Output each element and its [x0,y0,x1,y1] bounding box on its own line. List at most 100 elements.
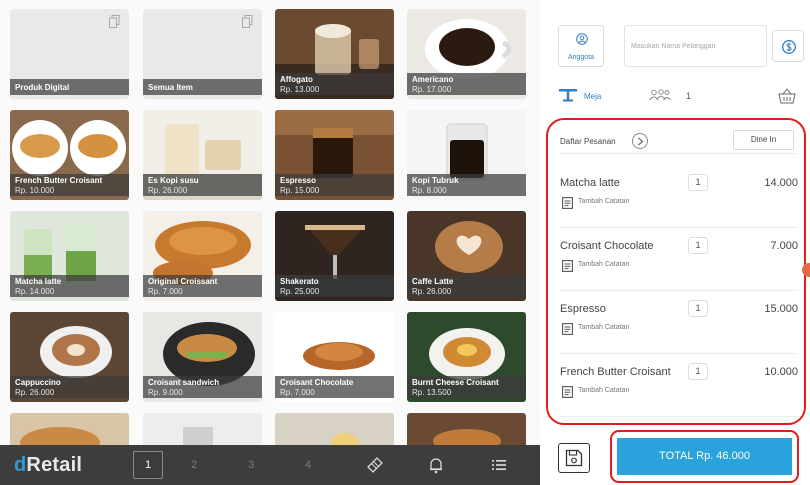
page-button-3[interactable]: 3 [224,445,278,485]
dine-in-selector[interactable]: Dine In [733,130,794,150]
tile-caption: Cappuccino Rp. 26.000 [10,376,129,398]
product-tile-es-kopi-susu[interactable]: Es Kopi susu Rp. 26.000 [143,110,262,200]
customer-name-input[interactable] [624,25,767,67]
add-note-label: Tambah Catatan [578,198,630,205]
product-price: Rp. 15.000 [280,186,320,195]
logo-text: Retail [26,454,83,476]
order-item-qty[interactable]: 1 [688,174,708,191]
product-tile-kopi-tubruk[interactable]: Kopi Tubruk Rp. 8.000 [407,110,526,200]
tile-caption: Semua Item [143,79,262,95]
tile-caption: Shakerato Rp. 25.000 [275,275,394,297]
product-tile-partial[interactable] [407,413,526,445]
product-tile-all-items[interactable]: Semua Item [143,9,262,99]
product-name: Croisant Chocolate [280,378,354,387]
product-tile-americano[interactable]: Americano Rp. 17.000 [407,9,526,99]
order-item-name: French Butter Croisant [560,366,671,378]
member-icon [576,33,588,45]
menu-icon[interactable] [490,456,508,474]
note-icon [562,323,573,335]
product-name: Affogato [280,75,313,84]
add-note-label: Tambah Catatan [578,261,630,268]
order-item[interactable]: French Butter Croisant 1 10.000 Tambah C… [560,355,798,417]
partial-product-photo [143,413,262,445]
product-tile-digital[interactable]: Produk Digital [10,9,129,99]
tile-caption: Burnt Cheese Croisant Rp. 13.500 [407,376,526,398]
product-tile-matcha-latte[interactable]: Matcha latte Rp. 14.000 [10,211,129,301]
order-item[interactable]: Matcha latte 1 14.000 Tambah Catatan [560,166,798,228]
table-icon[interactable] [558,88,578,102]
member-label: Anggota [567,54,595,61]
order-item-price: 7.000 [770,240,798,252]
tile-caption: Americano Rp. 17.000 [407,73,526,95]
add-note-label: Tambah Catatan [578,324,630,331]
save-order-button[interactable] [558,443,590,473]
product-name: Shakerato [280,277,319,286]
order-item[interactable]: Croisant Chocolate 1 7.000 Tambah Catata… [560,229,798,291]
product-name: French Butter Croisant [15,176,103,185]
product-name: Espresso [280,176,317,185]
product-tile-partial[interactable] [10,413,129,445]
product-tile-affogato[interactable]: Affogato Rp. 13.000 [275,9,394,99]
partial-product-photo [10,413,129,445]
ticket-icon[interactable] [366,456,384,474]
order-item-price: 15.000 [764,303,798,315]
product-price: Rp. 17.000 [412,85,452,94]
scroll-edge-indicator[interactable] [802,263,810,277]
member-button[interactable]: Anggota [558,25,604,67]
product-tile-cappuccino[interactable]: Cappuccino Rp. 26.000 [10,312,129,402]
product-price: Rp. 26.000 [148,186,188,195]
pos-app: Produk Digital Semua Item Affogato Rp. 13… [0,0,810,485]
tile-caption: Kopi Tubruk Rp. 8.000 [407,174,526,196]
page-button-2[interactable]: 2 [167,445,221,485]
bottom-bar: dRetail 1 2 3 4 [0,445,540,485]
tile-caption: Affogato Rp. 13.000 [275,73,394,95]
guests-icon [649,89,671,101]
bell-icon[interactable] [427,456,445,474]
order-title: Daftar Pesanan [560,137,616,146]
table-row: Meja 1 [558,86,798,106]
order-item[interactable]: Espresso 1 15.000 Tambah Catatan [560,292,798,354]
order-item-qty[interactable]: 1 [688,237,708,254]
order-item-qty[interactable]: 1 [688,363,708,380]
product-price: Rp. 10.000 [15,186,55,195]
note-icon [562,197,573,209]
order-item-name: Matcha latte [560,177,620,189]
page-button-4[interactable]: 4 [281,445,335,485]
product-tile-shakerato[interactable]: Shakerato Rp. 25.000 [275,211,394,301]
product-price: Rp. 7.000 [148,287,183,296]
order-item-qty[interactable]: 1 [688,300,708,317]
product-tile-original-croissant[interactable]: Original Croissant Rp. 7.000 [143,211,262,301]
product-tile-partial[interactable] [275,413,394,445]
product-name: Kopi Tubruk [412,176,459,185]
total-pay-button[interactable]: TOTAL Rp. 46.000 [617,438,792,475]
partial-product-photo [407,413,526,445]
tile-caption: Croisant sandwich Rp. 9.000 [143,376,262,398]
product-tile-caffe-latte[interactable]: Caffe Latte Rp. 26.000 [407,211,526,301]
table-label[interactable]: Meja [584,92,601,101]
tile-caption: Es Kopi susu Rp. 26.000 [143,174,262,196]
product-tile-burnt-cheese-croisant[interactable]: Burnt Cheese Croisant Rp. 13.500 [407,312,526,402]
order-header: Daftar Pesanan Dine In [560,128,798,154]
product-tile-croisant-sandwich[interactable]: Croisant sandwich Rp. 9.000 [143,312,262,402]
product-tile-french-butter-croisant[interactable]: French Butter Croisant Rp. 10.000 [10,110,129,200]
logo-mark: d [14,454,27,476]
product-name: Cappuccino [15,378,61,387]
find-member-button[interactable] [772,30,804,62]
product-price: Rp. 9.000 [148,388,183,397]
page-button-1[interactable]: 1 [133,451,163,479]
product-price: Rp. 14.000 [15,287,55,296]
copy-icon [242,15,253,28]
guest-count[interactable]: 1 [686,91,691,101]
product-price: Rp. 8.000 [412,186,447,195]
product-price: Rp. 25.000 [280,287,320,296]
product-tile-espresso[interactable]: Espresso Rp. 15.000 [275,110,394,200]
product-tile-croisant-chocolate[interactable]: Croisant Chocolate Rp. 7.000 [275,312,394,402]
tile-caption: Matcha latte Rp. 14.000 [10,275,129,297]
product-price: Rp. 13.500 [412,388,452,397]
tile-caption: Espresso Rp. 15.000 [275,174,394,196]
product-tile-partial[interactable] [143,413,262,445]
total-highlight: TOTAL Rp. 46.000 [610,430,799,483]
product-name: Matcha latte [15,277,62,286]
order-list: Daftar Pesanan Dine In Matcha latte 1 14… [546,118,806,425]
order-expand-button[interactable] [632,133,648,149]
